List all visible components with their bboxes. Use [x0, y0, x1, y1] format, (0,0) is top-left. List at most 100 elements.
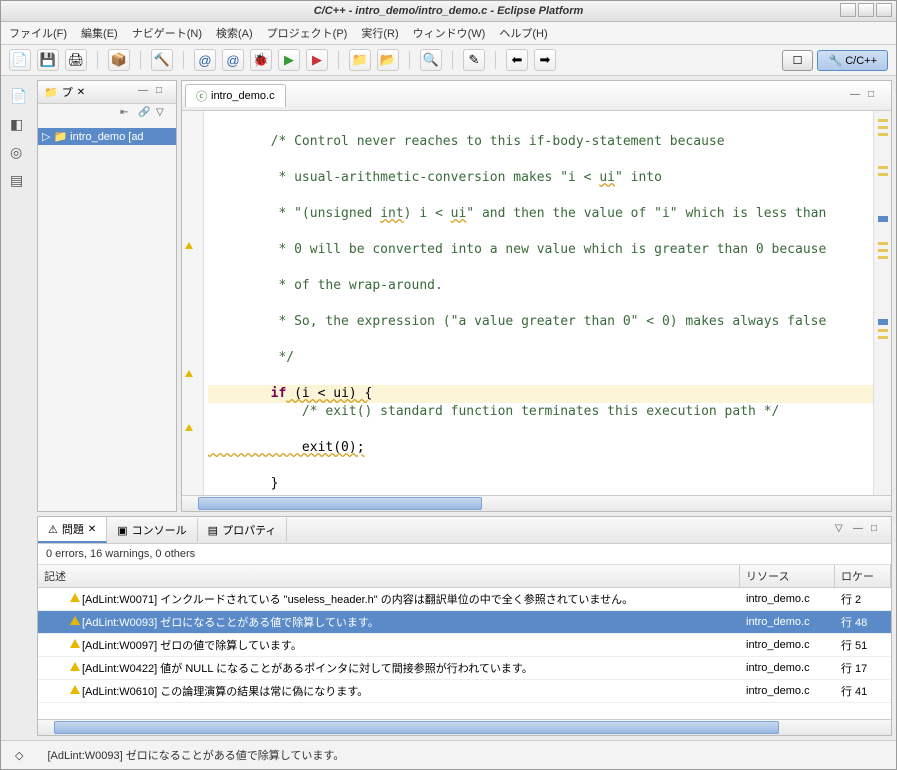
separator	[338, 51, 339, 69]
rail-outline-icon[interactable]: ◧	[10, 116, 28, 134]
row-description: [AdLint:W0071] インクルードされている "useless_head…	[76, 590, 740, 608]
upper-row: 📁 プ ✕ — □ ⇤ 🔗 ▽	[37, 80, 892, 512]
warning-marker-icon[interactable]	[185, 422, 193, 434]
menu-file[interactable]: ファイル(F)	[9, 25, 67, 41]
table-row[interactable]: [AdLint:W0422] 値が NULL になることがあるポインタに対して間…	[38, 657, 891, 680]
project-item[interactable]: ▷ 📁 intro_demo [ad	[38, 128, 176, 145]
maximize-view-icon[interactable]: □	[871, 523, 885, 537]
save-button[interactable]: 💾	[37, 49, 59, 71]
rail-make-icon[interactable]: ▤	[10, 172, 28, 190]
folder-icon: 📁	[44, 86, 58, 99]
build-button[interactable]: 📦	[108, 49, 130, 71]
at-button[interactable]: @	[194, 49, 216, 71]
maximize-button[interactable]	[858, 3, 874, 17]
expand-icon[interactable]: ▷	[42, 130, 50, 143]
col-resource[interactable]: リソース	[740, 565, 835, 587]
titlebar: C/C++ - intro_demo/intro_demo.c - Eclips…	[1, 1, 896, 22]
row-description: [AdLint:W0097] ゼロの値で除算しています。	[76, 636, 740, 654]
problems-hscrollbar[interactable]	[38, 719, 891, 735]
tab-console[interactable]: ▣コンソール	[107, 518, 197, 542]
minimize-editor-icon[interactable]: —	[850, 89, 864, 103]
menu-window[interactable]: ウィンドウ(W)	[413, 25, 486, 41]
table-row[interactable]: [AdLint:W0610] この論理演算の結果は常に偽になります。intro_…	[38, 680, 891, 703]
separator	[495, 51, 496, 69]
warning-marker-icon[interactable]	[185, 368, 193, 380]
window-controls	[840, 3, 892, 17]
folder1-button[interactable]: 📁	[349, 49, 371, 71]
minimize-view-icon[interactable]: —	[853, 523, 867, 537]
view-menu-icon[interactable]: ▽	[835, 523, 849, 537]
center-column: 📁 プ ✕ — □ ⇤ 🔗 ▽	[37, 80, 892, 736]
menu-help[interactable]: ヘルプ(H)	[499, 25, 547, 41]
console-icon: ▣	[117, 524, 127, 537]
close-tab-icon[interactable]: ✕	[88, 524, 96, 535]
editor-hscrollbar[interactable]	[182, 495, 891, 511]
rail-target-icon[interactable]: ◎	[10, 144, 28, 162]
row-resource: intro_demo.c	[740, 592, 835, 606]
maximize-editor-icon[interactable]: □	[868, 89, 882, 103]
problems-table: 記述 リソース ロケー [AdLint:W0071] インクルードされている "…	[38, 565, 891, 719]
cpp-perspective-button[interactable]: 🔧 C/C++	[817, 50, 888, 71]
code-area[interactable]: /* Control never reaches to this if-body…	[204, 111, 873, 495]
project-tree[interactable]: ▷ 📁 intro_demo [ad	[38, 124, 176, 511]
forward-button[interactable]: ➡	[534, 49, 556, 71]
row-description: [AdLint:W0093] ゼロになることがある値で除算しています。	[76, 613, 740, 631]
search-button[interactable]: 🔍	[420, 49, 442, 71]
ext-button[interactable]: ▶	[306, 49, 328, 71]
col-description[interactable]: 記述	[38, 565, 740, 587]
table-row[interactable]: [AdLint:W0097] ゼロの値で除算しています。intro_demo.c…	[38, 634, 891, 657]
menu-search[interactable]: 検索(A)	[216, 25, 253, 41]
tab-problems[interactable]: ⚠問題 ✕	[38, 517, 107, 543]
menubar: ファイル(F) 編集(E) ナビゲート(N) 検索(A) プロジェクト(P) 実…	[1, 22, 896, 45]
main-area: 📄 ◧ ◎ ▤ 📁 プ ✕ — □	[1, 76, 896, 740]
back-button[interactable]: ⬅	[506, 49, 528, 71]
problems-summary: 0 errors, 16 warnings, 0 others	[38, 544, 891, 565]
separator	[452, 51, 453, 69]
editor-body[interactable]: /* Control never reaches to this if-body…	[182, 111, 891, 495]
col-location[interactable]: ロケー	[835, 565, 891, 587]
warning-icon	[38, 661, 76, 675]
link-icon[interactable]: 🔗	[138, 107, 152, 121]
row-location: 行 41	[835, 682, 891, 700]
rail-file-icon[interactable]: 📄	[10, 88, 28, 106]
collapse-icon[interactable]: ⇤	[120, 107, 134, 121]
warning-marker-icon[interactable]	[185, 240, 193, 252]
table-row[interactable]: [AdLint:W0071] インクルードされている "useless_head…	[38, 588, 891, 611]
separator	[97, 51, 98, 69]
scrollbar-thumb[interactable]	[54, 721, 779, 734]
app-window: C/C++ - intro_demo/intro_demo.c - Eclips…	[0, 0, 897, 770]
table-row[interactable]: [AdLint:W0093] ゼロになることがある値で除算しています。intro…	[38, 611, 891, 634]
new-button[interactable]: 📄	[9, 49, 31, 71]
right-gutter[interactable]	[873, 111, 891, 495]
warning-icon	[38, 638, 76, 652]
close-tab-icon[interactable]: ✕	[77, 87, 85, 98]
maximize-view-icon[interactable]: □	[156, 85, 170, 99]
minimize-button[interactable]	[840, 3, 856, 17]
tab-properties[interactable]: ▤プロパティ	[198, 518, 288, 542]
separator	[183, 51, 184, 69]
row-resource: intro_demo.c	[740, 615, 835, 629]
scrollbar-thumb[interactable]	[198, 497, 482, 510]
debug-button[interactable]: 🐞	[250, 49, 272, 71]
close-button[interactable]	[876, 3, 892, 17]
left-rail: 📄 ◧ ◎ ▤	[5, 80, 33, 736]
menu-run[interactable]: 実行(R)	[361, 25, 398, 41]
row-location: 行 48	[835, 613, 891, 631]
wand-button[interactable]: ✎	[463, 49, 485, 71]
hammer-button[interactable]: 🔨	[151, 49, 173, 71]
menu-navigate[interactable]: ナビゲート(N)	[132, 25, 202, 41]
at2-button[interactable]: @	[222, 49, 244, 71]
run-button[interactable]: ▶	[278, 49, 300, 71]
open-perspective-button[interactable]: ☐	[782, 50, 814, 71]
folder2-button[interactable]: 📂	[377, 49, 399, 71]
row-resource: intro_demo.c	[740, 684, 835, 698]
menu-project[interactable]: プロジェクト(P)	[267, 25, 348, 41]
menu-edit[interactable]: 編集(E)	[81, 25, 118, 41]
editor-tab[interactable]: ⓒ intro_demo.c	[185, 84, 286, 107]
c-file-icon: ⓒ	[196, 88, 207, 104]
left-gutter	[182, 111, 204, 495]
project-tab-label[interactable]: プ	[62, 84, 73, 100]
print-button[interactable]: 🖨	[65, 49, 87, 71]
menu-icon[interactable]: ▽	[156, 107, 170, 121]
minimize-view-icon[interactable]: —	[138, 85, 152, 99]
